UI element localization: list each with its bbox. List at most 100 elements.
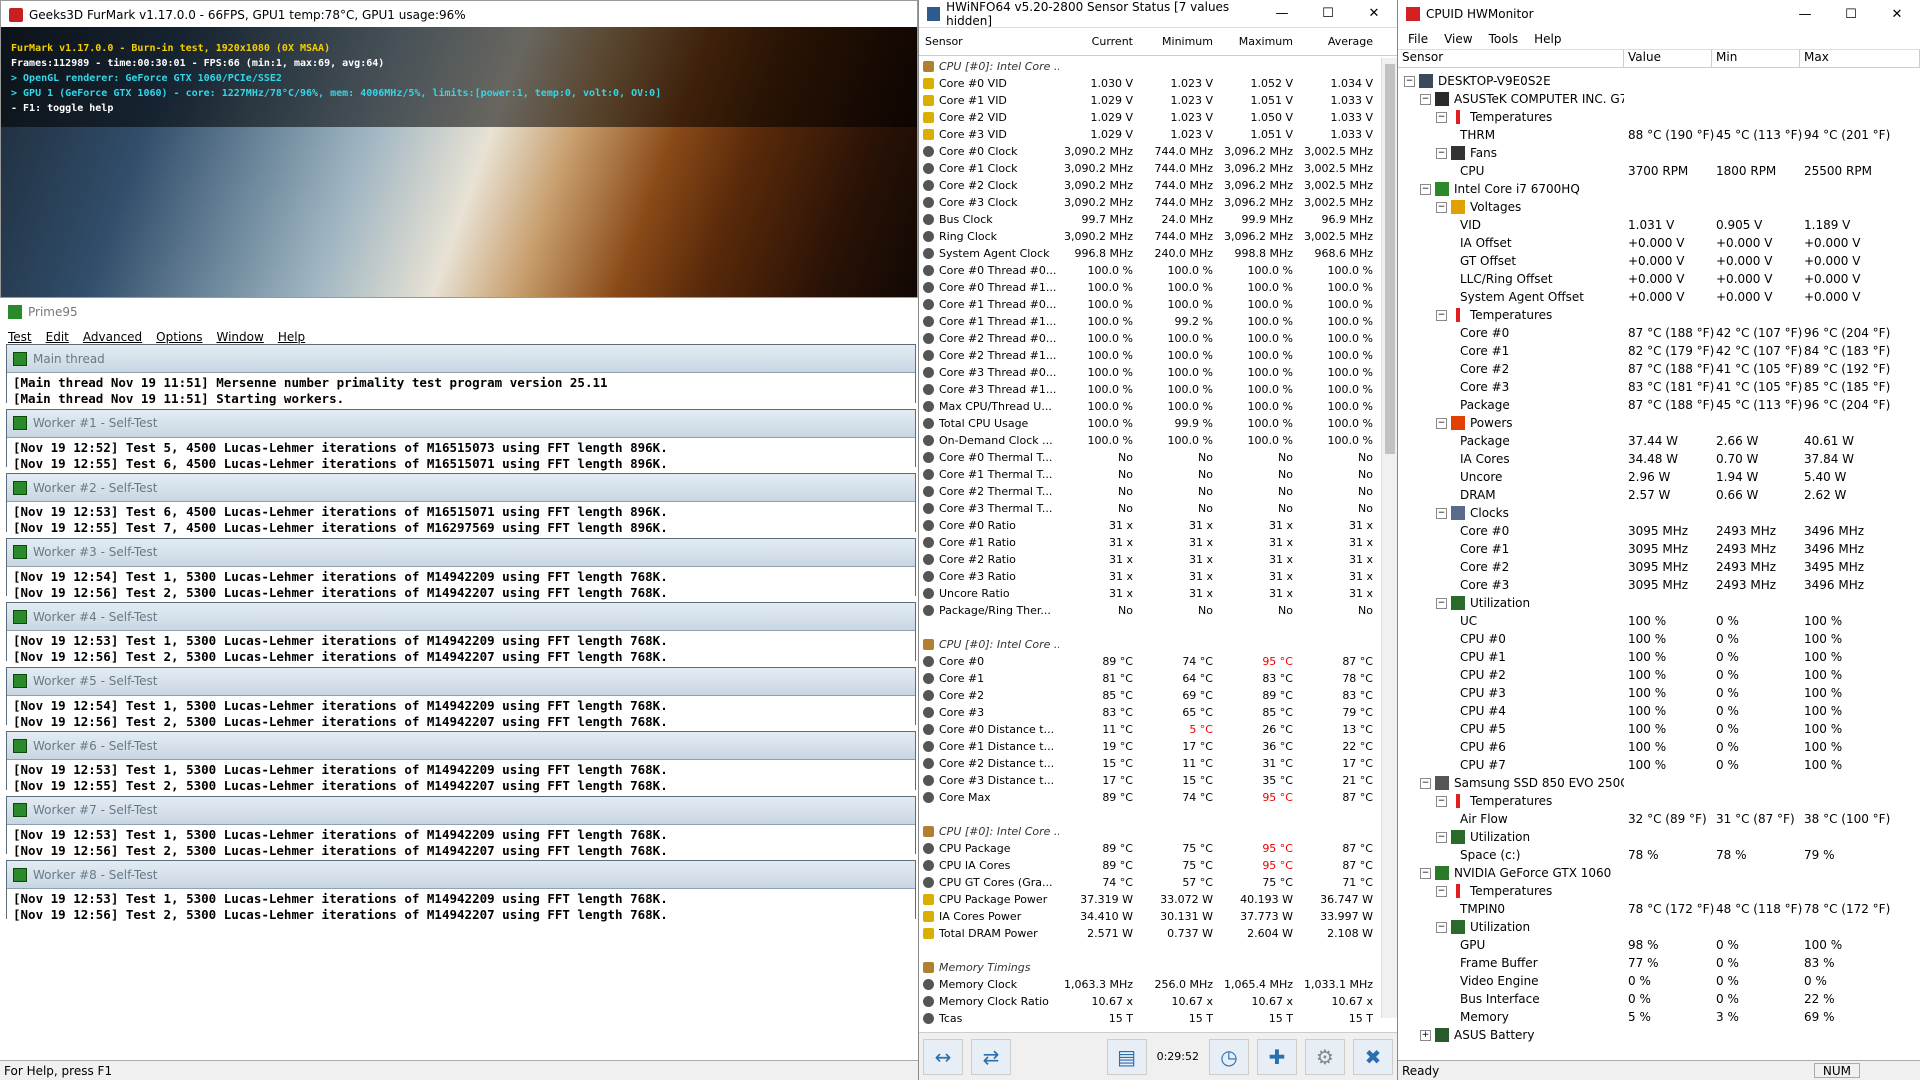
sensor-row[interactable]: Core #0 Thread #1... 100.0 % 100.0 % 100.0 … [919,279,1381,296]
hwmonitor-titlebar[interactable]: CPUID HWMonitor — ☐ ✕ [1398,0,1920,28]
scrollbar-thumb[interactable] [1385,64,1395,454]
tree-node[interactable]: + ASUS Battery [1398,1026,1920,1044]
sensor-row[interactable]: Core #3 VID 1.029 V 1.023 V 1.051 V 1.033 V [919,126,1381,143]
sensor-row[interactable]: Core #3 Thermal T... No No No No [919,500,1381,517]
sensor-reading-row[interactable]: GPU 98 % 0 % 100 % [1398,936,1920,954]
sensor-reading-row[interactable]: CPU #3 100 % 0 % 100 % [1398,684,1920,702]
expand-toggle-icon[interactable]: − [1404,75,1415,87]
sensor-row[interactable]: CPU Package 89 °C 75 °C 95 °C 87 °C [919,840,1381,857]
sensor-row[interactable]: Core #2 Thread #0... 100.0 % 100.0 % 100.0 … [919,330,1381,347]
sensor-row[interactable]: Core #0 Distance t... 11 °C 5 °C 26 °C 13 °C [919,721,1381,738]
sensor-row[interactable]: Core #0 VID 1.030 V 1.023 V 1.052 V 1.034 V [919,75,1381,92]
expand-toggle-icon[interactable]: − [1436,309,1447,321]
expand-toggle-icon[interactable]: − [1436,417,1447,429]
sensor-reading-row[interactable]: GT Offset +0.000 V +0.000 V +0.000 V [1398,252,1920,270]
sensor-reading-row[interactable]: DRAM 2.57 W 0.66 W 2.62 W [1398,486,1920,504]
collapse-arrows-button[interactable]: ⇄ [971,1038,1011,1075]
column-max[interactable]: Max [1800,50,1920,67]
add-report-button[interactable]: ✚ [1257,1038,1297,1075]
sensor-reading-row[interactable]: CPU #4 100 % 0 % 100 % [1398,702,1920,720]
sensor-reading-row[interactable]: CPU #7 100 % 0 % 100 % [1398,756,1920,774]
menu-edit[interactable]: Edit [46,330,69,344]
sensor-row[interactable]: CPU Package Power 37.319 W 33.072 W 40.193 … [919,891,1381,908]
expand-toggle-icon[interactable]: − [1436,921,1447,933]
column-min[interactable]: Min [1712,50,1800,67]
menu-test[interactable]: Test [8,330,32,344]
sensor-reading-row[interactable]: Air Flow 32 °C (89 °F) 31 °C (87 °F) 38 °C … [1398,810,1920,828]
tree-node[interactable]: − Clocks [1398,504,1920,522]
sensor-row[interactable]: Core #2 85 °C 69 °C 89 °C 83 °C [919,687,1381,704]
sensor-row[interactable]: Bus Clock 99.7 MHz 24.0 MHz 99.9 MHz 96.9 MH… [919,211,1381,228]
sensor-reading-row[interactable]: Core #0 3095 MHz 2493 MHz 3496 MHz [1398,522,1920,540]
worker-panel-header[interactable]: Worker #3 - Self-Test [7,538,915,567]
expand-toggle-icon[interactable]: − [1420,867,1431,879]
tree-node[interactable]: − Temperatures [1398,792,1920,810]
sensor-row[interactable]: Core #3 Clock 3,090.2 MHz 744.0 MHz 3,096.2… [919,194,1381,211]
sensor-row[interactable]: Core #1 Thread #1... 100.0 % 99.2 % 100.0 %… [919,313,1381,330]
sensor-row[interactable]: Core #1 Ratio 31 x 31 x 31 x 31 x [919,534,1381,551]
expand-toggle-icon[interactable]: − [1436,147,1447,159]
sensor-row[interactable]: Memory Clock 1,063.3 MHz 256.0 MHz 1,065.4 … [919,976,1381,993]
tree-node[interactable]: − DESKTOP-V9E0S2E [1398,72,1920,90]
sensor-row[interactable]: Core #1 Thread #0... 100.0 % 100.0 % 100.0 … [919,296,1381,313]
prime95-titlebar[interactable]: Prime95 [0,298,918,326]
menu-help[interactable]: Help [1534,32,1561,46]
furmark-titlebar[interactable]: Geeks3D FurMark v1.17.0.0 - 66FPS, GPU1 … [1,1,917,29]
sensor-reading-row[interactable]: UC 100 % 0 % 100 % [1398,612,1920,630]
tree-node[interactable]: − Samsung SSD 850 EVO 250GB [1398,774,1920,792]
tree-node[interactable]: − ASUSTeK COMPUTER INC. G7... [1398,90,1920,108]
sensor-row[interactable]: Core #1 Distance t... 19 °C 17 °C 36 °C 22 °… [919,738,1381,755]
sensor-row[interactable]: Total CPU Usage 100.0 % 99.9 % 100.0 % 100.0… [919,415,1381,432]
expand-toggle-icon[interactable]: − [1420,183,1431,195]
menu-window[interactable]: Window [216,330,263,344]
sensor-row[interactable]: Core #2 VID 1.029 V 1.023 V 1.050 V 1.033 V [919,109,1381,126]
hwinfo-scrollbar[interactable] [1381,58,1397,1018]
sensor-row[interactable]: Ring Clock 3,090.2 MHz 744.0 MHz 3,096.2 MH… [919,228,1381,245]
menu-help[interactable]: Help [278,330,305,344]
sensor-row[interactable]: Core #2 Thread #1... 100.0 % 100.0 % 100.0 … [919,347,1381,364]
hwinfo-titlebar[interactable]: HWiNFO64 v5.20-2800 Sensor Status [7 val… [919,0,1397,28]
menu-file[interactable]: File [1408,32,1428,46]
sensor-group-row[interactable]: CPU [#0]: Intel Core ... [919,58,1381,75]
minimize-button[interactable]: — [1782,0,1828,28]
worker-panel-header[interactable]: Worker #8 - Self-Test [7,861,915,889]
expand-toggle-icon[interactable]: − [1436,795,1447,807]
expand-toggle-icon[interactable]: − [1436,507,1447,519]
tree-node[interactable]: − Utilization [1398,918,1920,936]
column-current[interactable]: Current [1059,35,1139,48]
worker-panel-header[interactable]: Main thread [7,345,915,373]
sensor-row[interactable]: Max CPU/Thread U... 100.0 % 100.0 % 100.0 %… [919,398,1381,415]
sensor-reading-row[interactable]: IA Cores 34.48 W 0.70 W 37.84 W [1398,450,1920,468]
expand-toggle-icon[interactable]: − [1420,93,1431,105]
sensor-group-row[interactable]: CPU [#0]: Intel Core ... [919,636,1381,653]
sensor-reading-row[interactable]: System Agent Offset +0.000 V +0.000 V +0.00… [1398,288,1920,306]
clock-icon-button[interactable]: ◷ [1209,1038,1249,1075]
sensor-reading-row[interactable]: CPU 3700 RPM 1800 RPM 25500 RPM [1398,162,1920,180]
sensor-row[interactable]: Core #3 Thread #0... 100.0 % 100.0 % 100.0 … [919,364,1381,381]
sensor-row[interactable]: Uncore Ratio 31 x 31 x 31 x 31 x [919,585,1381,602]
sensor-row[interactable]: Core #3 Thread #1... 100.0 % 100.0 % 100.0 … [919,381,1381,398]
tree-node[interactable]: − Intel Core i7 6700HQ [1398,180,1920,198]
sensor-row[interactable]: On-Demand Clock ... 100.0 % 100.0 % 100.0 %… [919,432,1381,449]
sensor-reading-row[interactable]: Video Engine 0 % 0 % 0 % [1398,972,1920,990]
sensor-reading-row[interactable]: Core #0 87 °C (188 °F) 42 °C (107 °F) 96 °C… [1398,324,1920,342]
worker-panel-header[interactable]: Worker #7 - Self-Test [7,796,915,825]
tree-node[interactable]: − Temperatures [1398,108,1920,126]
sensor-reading-row[interactable]: Core #3 3095 MHz 2493 MHz 3496 MHz [1398,576,1920,594]
sensor-row[interactable]: Core #0 Ratio 31 x 31 x 31 x 31 x [919,517,1381,534]
sensor-reading-row[interactable]: Frame Buffer 77 % 0 % 83 % [1398,954,1920,972]
sensor-row[interactable]: Core #3 Distance t... 17 °C 15 °C 35 °C 21 °… [919,772,1381,789]
sensor-row[interactable]: Core #0 89 °C 74 °C 95 °C 87 °C [919,653,1381,670]
sensor-reading-row[interactable]: Core #1 82 °C (179 °F) 42 °C (107 °F) 84 °C… [1398,342,1920,360]
column-minimum[interactable]: Minimum [1139,35,1219,48]
sensor-reading-row[interactable]: Core #3 83 °C (181 °F) 41 °C (105 °F) 85 °C… [1398,378,1920,396]
sensor-reading-row[interactable]: Core #1 3095 MHz 2493 MHz 3496 MHz [1398,540,1920,558]
sensor-row[interactable]: Core #2 Ratio 31 x 31 x 31 x 31 x [919,551,1381,568]
sensor-reading-row[interactable]: CPU #5 100 % 0 % 100 % [1398,720,1920,738]
tree-node[interactable]: − Fans [1398,144,1920,162]
sensor-group-row[interactable]: Memory Timings [919,959,1381,976]
sensor-row[interactable]: Core #1 VID 1.029 V 1.023 V 1.051 V 1.033 V [919,92,1381,109]
close-button[interactable]: ✕ [1351,0,1397,27]
column-maximum[interactable]: Maximum [1219,35,1299,48]
sensor-row[interactable]: Core #1 Clock 3,090.2 MHz 744.0 MHz 3,096.2… [919,160,1381,177]
